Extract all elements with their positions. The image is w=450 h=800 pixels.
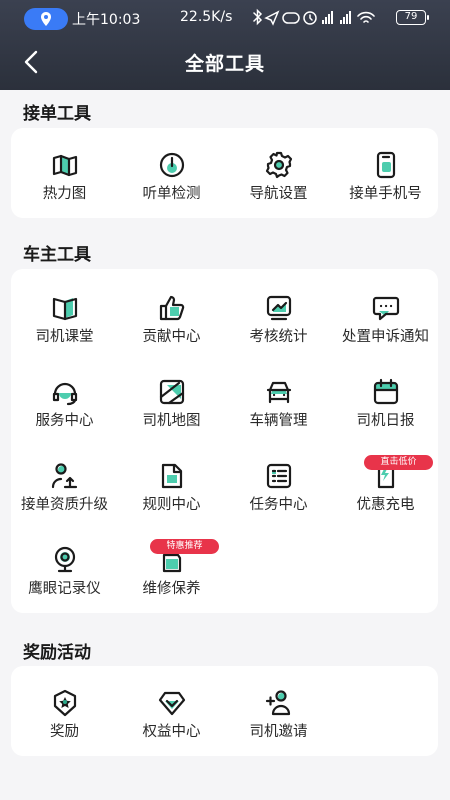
tool-label: 考核统计 — [249, 329, 308, 345]
tool-label: 接单手机号 — [349, 186, 422, 202]
tool-label: 贡献中心 — [142, 329, 201, 345]
tool-discount-charging[interactable]: 直击低价 优惠充电 — [332, 455, 439, 527]
wifi-icon — [357, 11, 375, 23]
tool-driver-daily[interactable]: 司机日报 — [332, 373, 439, 443]
document-icon — [157, 461, 187, 491]
promo-tag: 直击低价 — [364, 455, 433, 470]
tool-label: 导航设置 — [249, 186, 308, 202]
status-bar: 上午10:03 22.5K/s 79 — [0, 0, 450, 36]
chat-icon — [371, 293, 401, 323]
card-owner-tools: 司机课堂 贡献中心 考核统计 处置申诉通知 服务中心 司机地图 车辆管理 司机日… — [11, 269, 438, 613]
map-icon — [157, 377, 187, 407]
tool-label: 鹰眼记录仪 — [28, 581, 101, 597]
map-fold-icon — [50, 150, 80, 180]
tool-label: 接单资质升级 — [21, 497, 108, 513]
phone-icon — [371, 150, 401, 180]
tool-vehicle-management[interactable]: 车辆管理 — [225, 373, 332, 443]
tool-rules-center[interactable]: 规则中心 — [118, 457, 225, 527]
status-time: 上午10:03 — [72, 12, 141, 28]
tool-rewards[interactable]: 奖励 — [11, 684, 118, 754]
navigation-arrow-icon — [264, 10, 280, 26]
tool-assessment-stats[interactable]: 考核统计 — [225, 289, 332, 359]
tool-order-phone[interactable]: 接单手机号 — [332, 146, 439, 216]
network-speed: 22.5K/s — [180, 9, 233, 25]
tool-label: 奖励 — [50, 724, 79, 740]
clock-icon — [157, 150, 187, 180]
tool-contribution-center[interactable]: 贡献中心 — [118, 289, 225, 359]
tool-order-detection[interactable]: 听单检测 — [118, 146, 225, 216]
tool-label: 规则中心 — [142, 497, 201, 513]
thumbs-up-icon — [157, 293, 187, 323]
tool-label: 优惠充电 — [356, 497, 415, 513]
section-title-owner-tools: 车主工具 — [23, 245, 91, 265]
tool-driver-class[interactable]: 司机课堂 — [11, 289, 118, 359]
battery-saver-icon — [282, 12, 300, 24]
chart-icon — [264, 293, 294, 323]
tool-label: 热力图 — [42, 186, 87, 202]
tool-label: 司机课堂 — [35, 329, 94, 345]
section-title-reward-activities: 奖励活动 — [23, 643, 91, 663]
tool-task-center[interactable]: 任务中心 — [225, 457, 332, 527]
book-icon — [50, 293, 80, 323]
section-title-order-tools: 接单工具 — [23, 104, 91, 124]
tool-appeal-notice[interactable]: 处置申诉通知 — [332, 289, 439, 359]
tool-label: 车辆管理 — [249, 413, 308, 429]
tool-label: 权益中心 — [142, 724, 201, 740]
tool-label: 司机日报 — [356, 413, 415, 429]
status-icons — [253, 8, 375, 26]
bluetooth-icon — [253, 8, 263, 26]
card-order-tools: 热力图 听单检测 导航设置 接单手机号 — [11, 128, 438, 218]
tool-benefits-center[interactable]: 权益中心 — [118, 684, 225, 754]
tool-label: 处置申诉通知 — [342, 329, 429, 345]
tool-driver-invite[interactable]: 司机邀请 — [225, 684, 332, 754]
camera-icon — [50, 545, 80, 575]
tool-service-center[interactable]: 服务中心 — [11, 373, 118, 443]
tool-label: 服务中心 — [35, 413, 94, 429]
tool-maintenance[interactable]: 特惠推荐 维修保养 — [118, 539, 225, 611]
user-upgrade-icon — [50, 461, 80, 491]
tool-label: 司机邀请 — [249, 724, 308, 740]
calendar-icon — [371, 377, 401, 407]
promo-tag: 特惠推荐 — [150, 539, 219, 554]
card-reward-activities: 奖励 权益中心 司机邀请 — [11, 666, 438, 756]
tool-navigation-settings[interactable]: 导航设置 — [225, 146, 332, 216]
user-add-icon — [264, 688, 294, 718]
app-header: 上午10:03 22.5K/s 79 全部工具 — [0, 0, 450, 90]
tool-label: 司机地图 — [142, 413, 201, 429]
tool-heatmap[interactable]: 热力图 — [11, 146, 118, 216]
tool-driver-map[interactable]: 司机地图 — [118, 373, 225, 443]
tool-qualification-upgrade[interactable]: 接单资质升级 — [11, 457, 118, 527]
headset-icon — [50, 377, 80, 407]
car-icon — [264, 377, 294, 407]
signal-icon — [322, 11, 351, 24]
tool-label: 听单检测 — [142, 186, 201, 202]
location-icon — [24, 8, 68, 30]
tool-label: 任务中心 — [249, 497, 308, 513]
checklist-icon — [264, 461, 294, 491]
star-badge-icon — [50, 688, 80, 718]
diamond-icon — [157, 688, 187, 718]
battery-icon: 79 — [396, 10, 429, 25]
gear-icon — [264, 150, 294, 180]
tool-eagle-eye-recorder[interactable]: 鹰眼记录仪 — [11, 541, 118, 611]
page-title: 全部工具 — [184, 53, 265, 75]
tool-label: 维修保养 — [142, 581, 201, 597]
